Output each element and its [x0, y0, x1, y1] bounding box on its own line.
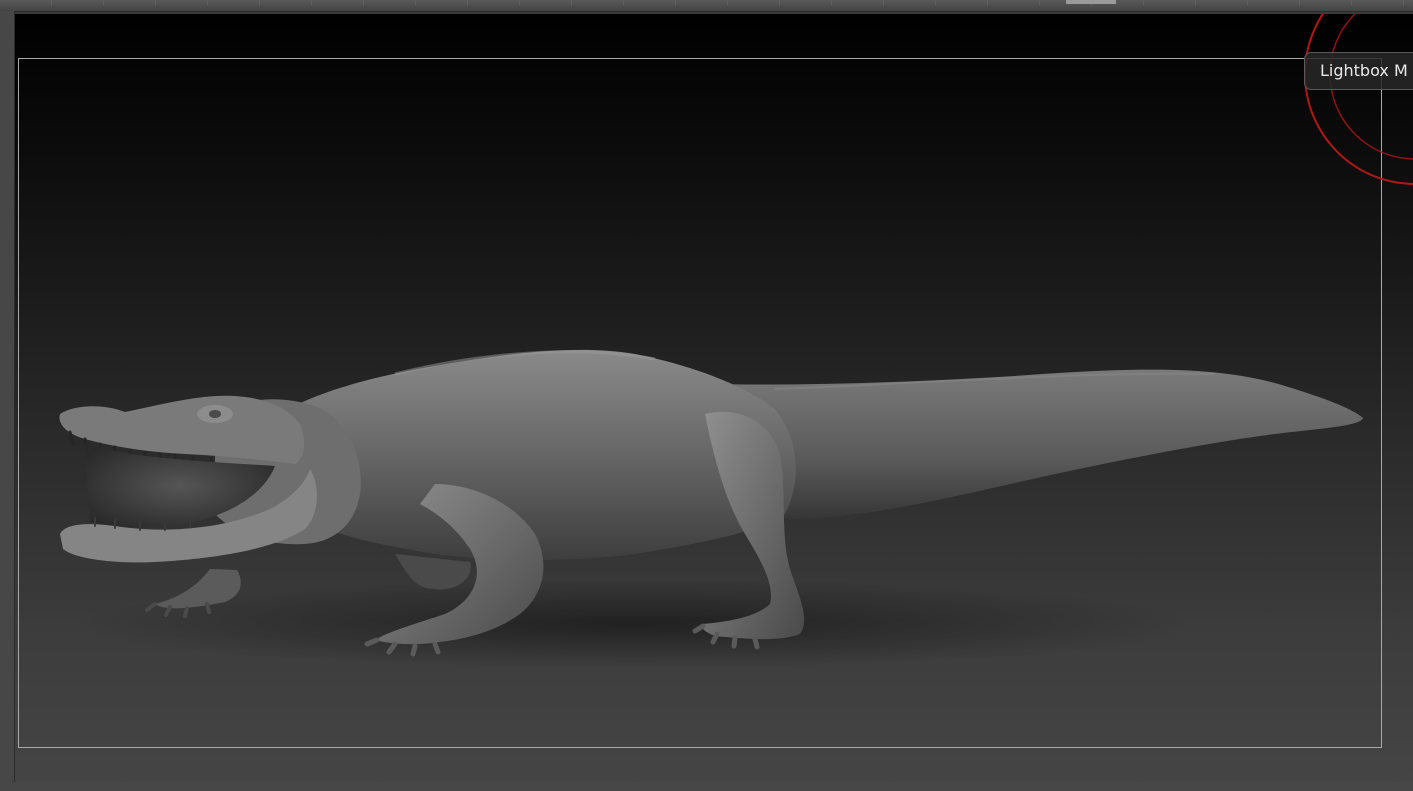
- document-canvas[interactable]: Lightbox M: [15, 14, 1413, 782]
- bottom-panel-edge: [0, 782, 1413, 791]
- active-tab-marker[interactable]: [1066, 0, 1116, 4]
- zbrush-viewport-window: Lightbox M: [0, 0, 1413, 791]
- lightbox-menu-button[interactable]: Lightbox M: [1304, 52, 1413, 90]
- left-panel-edge: [0, 11, 15, 791]
- top-tab-strip: [0, 0, 1413, 12]
- tab-strip-dividers: [0, 0, 1413, 6]
- crocodile-model[interactable]: [15, 14, 1413, 782]
- navigation-gyro-icon[interactable]: [1275, 14, 1413, 194]
